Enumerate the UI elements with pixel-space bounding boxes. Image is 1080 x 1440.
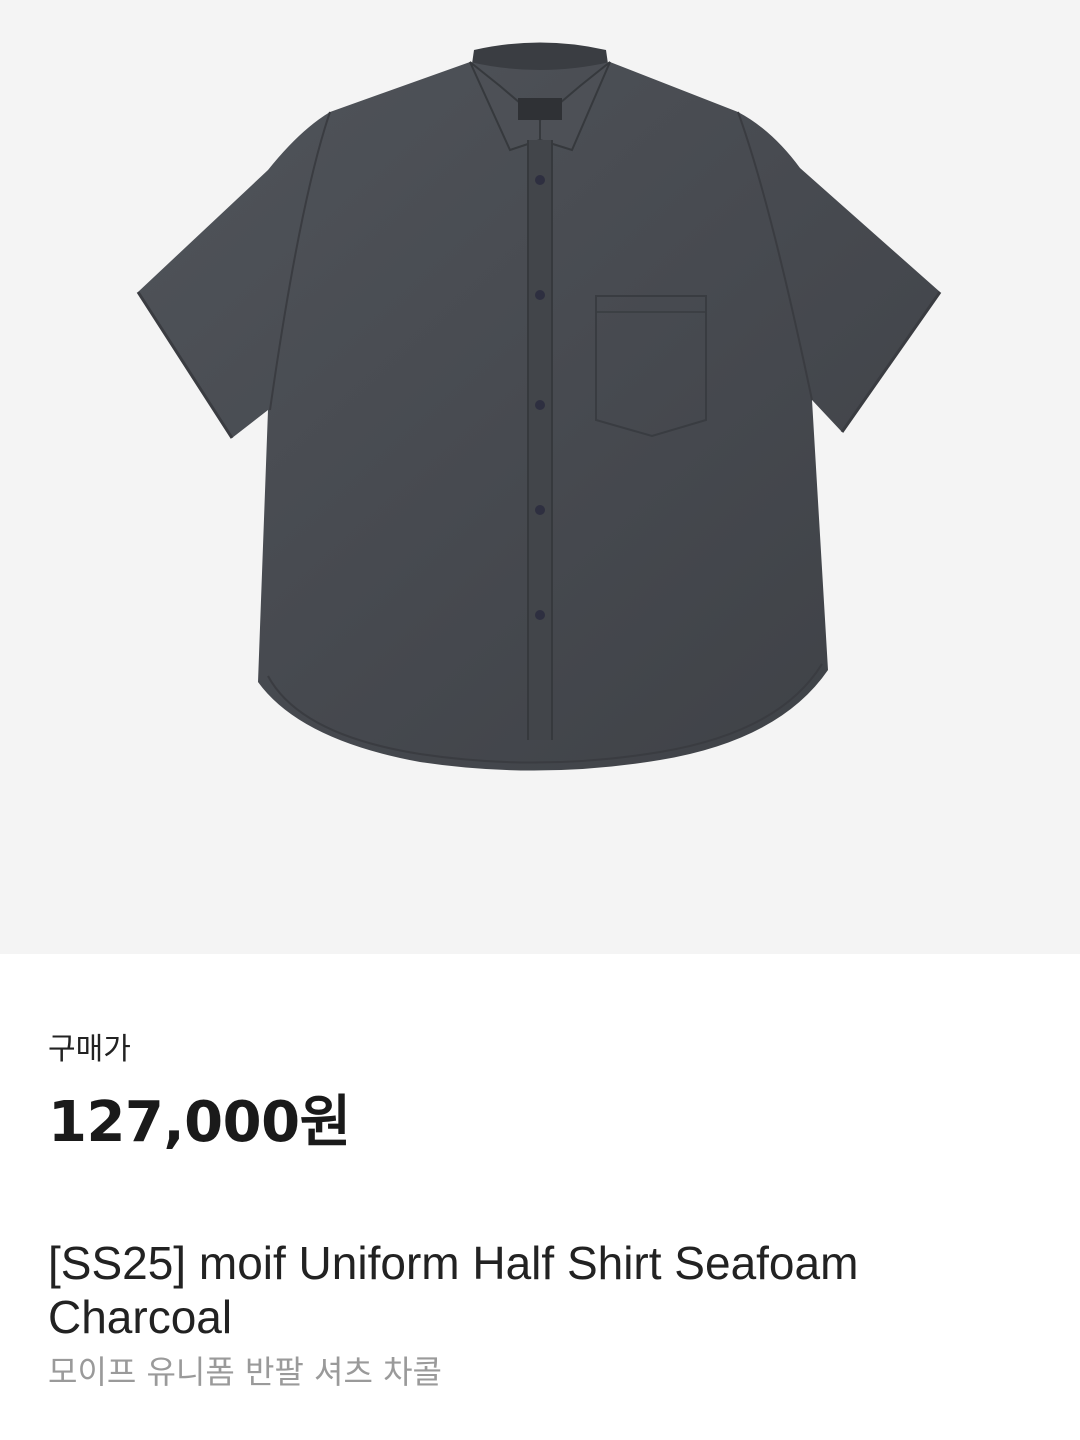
shirt-illustration: [136, 42, 942, 771]
price-label: 구매가: [48, 1032, 131, 1067]
product-info: 구매가 127,000원 [SS25] moif Uniform Half Sh…: [48, 1030, 1032, 1394]
product-title: [SS25] moif Uniform Half Shirt Seafoam C…: [48, 1237, 859, 1343]
product-subtitle: 모이프 유니폼 반팔 셔츠 차콜: [48, 1353, 442, 1391]
price: 127,000원: [48, 1090, 351, 1155]
product-detail-page: 구매가 127,000원 [SS25] moif Uniform Half Sh…: [0, 0, 1080, 1440]
product-image[interactable]: [0, 0, 1080, 954]
